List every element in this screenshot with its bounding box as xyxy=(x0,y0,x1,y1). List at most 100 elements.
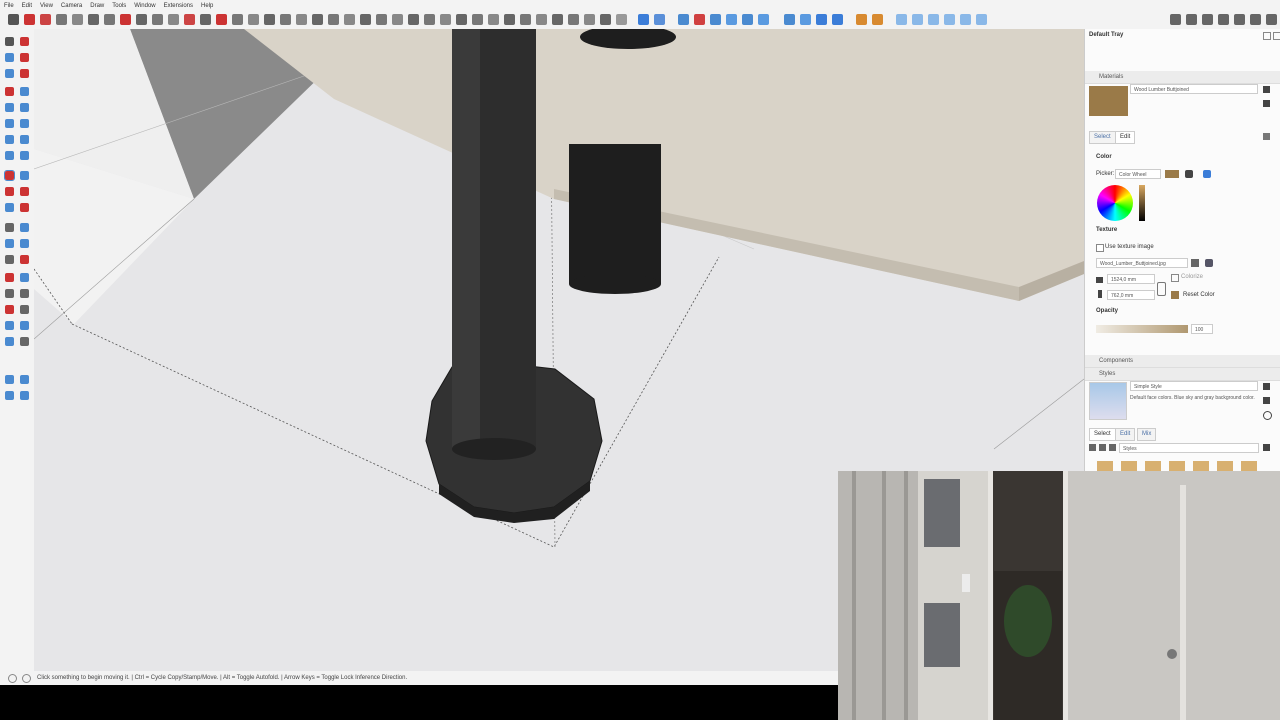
zoom-extents-tool-icon[interactable] xyxy=(20,305,29,314)
position-camera-icon[interactable] xyxy=(5,321,14,330)
style-folder-icon[interactable] xyxy=(1121,461,1137,471)
front-view-icon[interactable] xyxy=(472,14,483,25)
model-info-icon[interactable] xyxy=(1170,14,1181,25)
style-folder-icon[interactable] xyxy=(1217,461,1233,471)
menu-help[interactable]: Help xyxy=(197,3,217,9)
edit-texture-icon[interactable] xyxy=(1205,259,1213,267)
freehand-tool-icon[interactable] xyxy=(120,14,131,25)
add-detail-icon[interactable] xyxy=(800,14,811,25)
wireframe-icon[interactable] xyxy=(584,14,595,25)
circle-tool-icon[interactable] xyxy=(88,14,99,25)
colorize-checkbox[interactable] xyxy=(1171,274,1179,282)
push-pull-tool-icon[interactable] xyxy=(136,14,147,25)
protractor-icon[interactable] xyxy=(248,14,259,25)
scale-icon[interactable] xyxy=(5,203,14,212)
arc-icon[interactable] xyxy=(5,135,14,144)
offset-icon[interactable] xyxy=(20,203,29,212)
monochrome-icon[interactable] xyxy=(654,14,665,25)
pan-icon[interactable] xyxy=(5,289,14,298)
layout-tool-icon[interactable] xyxy=(20,391,29,400)
line-tool-icon[interactable] xyxy=(24,14,35,25)
styles-header[interactable]: Styles xyxy=(1085,368,1280,381)
iso-view-icon[interactable] xyxy=(440,14,451,25)
orbit-icon[interactable] xyxy=(20,273,29,282)
select-tool-icon[interactable] xyxy=(8,14,19,25)
scale-tool-icon[interactable] xyxy=(184,14,195,25)
brightness-slider[interactable] xyxy=(1139,185,1145,221)
opacity-slider[interactable] xyxy=(1096,325,1188,333)
rotate-tool-icon[interactable] xyxy=(168,14,179,25)
xray-icon[interactable] xyxy=(552,14,563,25)
styles-tab-mix[interactable]: Mix xyxy=(1137,428,1157,441)
tape-measure-icon[interactable] xyxy=(232,14,243,25)
section-plane-icon[interactable] xyxy=(328,14,339,25)
warehouse-tool-icon[interactable] xyxy=(5,375,14,384)
warehouse-icon[interactable] xyxy=(678,14,689,25)
create-material-icon[interactable] xyxy=(1263,100,1270,107)
look-around-icon[interactable] xyxy=(5,337,14,346)
lasso-icon[interactable] xyxy=(5,53,14,62)
rectangle-tool-icon[interactable] xyxy=(72,14,83,25)
3pt-arc-icon[interactable] xyxy=(5,151,14,160)
color-wheel[interactable] xyxy=(1097,185,1133,221)
text-tool-icon[interactable] xyxy=(296,14,307,25)
create-style-icon[interactable] xyxy=(1263,397,1270,404)
zoom-extents-icon[interactable] xyxy=(408,14,419,25)
stamp-icon[interactable] xyxy=(758,14,769,25)
orbit-tool-icon[interactable] xyxy=(344,14,355,25)
3d-text-tool-icon[interactable] xyxy=(20,255,29,264)
forward-icon[interactable] xyxy=(1099,444,1106,451)
outer-shell-icon[interactable] xyxy=(944,14,955,25)
zoom-tool-icon[interactable] xyxy=(376,14,387,25)
tag-tool-icon[interactable] xyxy=(20,69,29,78)
tray-pin-icon[interactable] xyxy=(1263,32,1271,40)
chain-link-icon[interactable] xyxy=(1157,282,1166,296)
menu-view[interactable]: View xyxy=(36,3,57,9)
right-view-icon[interactable] xyxy=(488,14,499,25)
style-lock-icon[interactable] xyxy=(1263,383,1270,390)
scenes-icon[interactable] xyxy=(1266,14,1277,25)
extension-icon[interactable] xyxy=(5,391,14,400)
pan-tool-icon[interactable] xyxy=(360,14,371,25)
material-name-field[interactable]: Wood Lumber Buttjoined xyxy=(1130,84,1258,94)
flip-edge-icon[interactable] xyxy=(816,14,827,25)
dimension-tool-icon[interactable] xyxy=(280,14,291,25)
menu-tools[interactable]: Tools xyxy=(108,3,130,9)
rotated-rect-icon[interactable] xyxy=(20,103,29,112)
style-folder-icon[interactable] xyxy=(1193,461,1209,471)
pie-icon[interactable] xyxy=(20,151,29,160)
2pt-arc-icon[interactable] xyxy=(20,135,29,144)
polygon-icon[interactable] xyxy=(20,119,29,128)
menu-draw[interactable]: Draw xyxy=(86,3,108,9)
paint-icon[interactable] xyxy=(856,14,867,25)
menu-file[interactable]: File xyxy=(0,3,18,9)
hidden-line-icon[interactable] xyxy=(600,14,611,25)
pencil-icon[interactable] xyxy=(5,87,14,96)
reset-color-button[interactable]: Reset Color xyxy=(1183,292,1215,298)
drape-icon[interactable] xyxy=(784,14,795,25)
zoom-icon[interactable] xyxy=(20,289,29,298)
textured-icon[interactable] xyxy=(638,14,649,25)
styles-tab-select[interactable]: Select xyxy=(1089,428,1116,441)
back-view-icon[interactable] xyxy=(504,14,515,25)
materials-tab-edit[interactable]: Edit xyxy=(1115,131,1136,144)
push-pull-icon[interactable] xyxy=(20,171,29,180)
style-folder-icon[interactable] xyxy=(1097,461,1113,471)
bottom-view-icon[interactable] xyxy=(536,14,547,25)
menu-window[interactable]: Window xyxy=(130,3,159,9)
axes-icon[interactable] xyxy=(5,255,14,264)
texture-height-field[interactable]: 762,0 mm xyxy=(1107,290,1155,300)
intersect-icon[interactable] xyxy=(960,14,971,25)
sandbox-icon[interactable] xyxy=(726,14,737,25)
3d-text-icon[interactable] xyxy=(312,14,323,25)
make-component-icon[interactable] xyxy=(5,69,14,78)
styles-tab-edit[interactable]: Edit xyxy=(1115,428,1136,441)
left-view-icon[interactable] xyxy=(520,14,531,25)
components-header[interactable]: Components xyxy=(1085,355,1280,368)
shaded-icon[interactable] xyxy=(616,14,627,25)
match-color-icon[interactable] xyxy=(1185,170,1193,178)
arc-tool-icon[interactable] xyxy=(56,14,67,25)
axes-tool-icon[interactable] xyxy=(264,14,275,25)
eyedropper-icon[interactable] xyxy=(1263,133,1270,140)
smoove-icon[interactable] xyxy=(742,14,753,25)
